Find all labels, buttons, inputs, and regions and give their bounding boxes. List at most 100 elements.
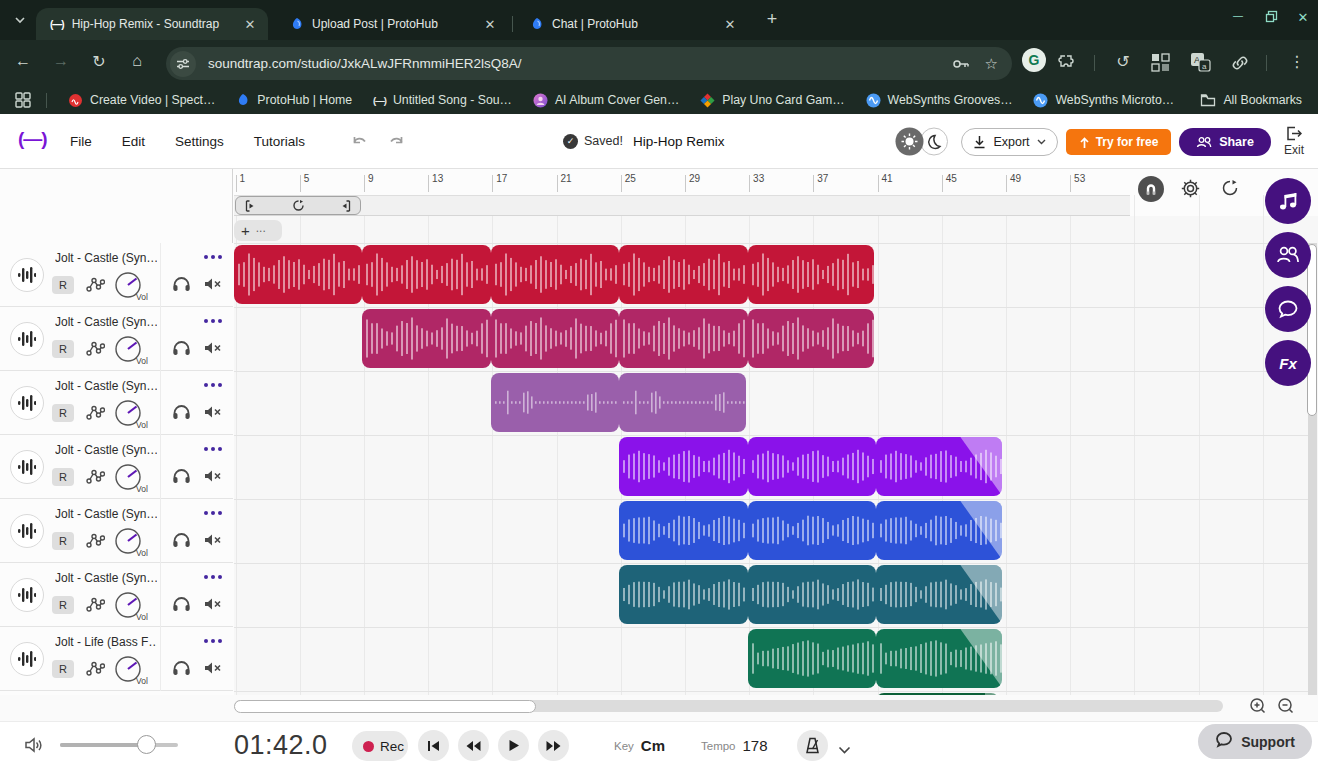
track-record-arm-button[interactable]: R xyxy=(52,468,74,486)
extensions-puzzle-icon[interactable] xyxy=(1058,51,1078,75)
track-solo-button[interactable] xyxy=(172,531,191,552)
redo-icon[interactable] xyxy=(386,133,406,150)
zoom-in-button[interactable] xyxy=(1249,697,1267,719)
bookmark-item[interactable]: (—)Untitled Song - Sou… xyxy=(373,93,512,107)
audio-clip[interactable] xyxy=(362,309,874,368)
bookmark-item[interactable]: WebSynths Grooves… xyxy=(866,93,1013,108)
add-track-button[interactable]: +... xyxy=(234,220,282,241)
collaborators-button[interactable] xyxy=(1265,232,1311,278)
play-button[interactable] xyxy=(498,730,529,761)
audio-clip[interactable] xyxy=(619,501,1002,560)
track-name[interactable]: Jolt - Castle (Syn… xyxy=(55,315,157,329)
track-menu-button[interactable] xyxy=(204,447,222,451)
track-volume-knob[interactable]: Vol xyxy=(114,591,152,623)
track-automation-button[interactable] xyxy=(86,532,105,553)
track-record-arm-button[interactable]: R xyxy=(52,532,74,550)
bookmark-item[interactable]: Create Video | Spect… xyxy=(68,93,215,108)
track-solo-button[interactable] xyxy=(172,339,191,360)
key-value[interactable]: Cm xyxy=(641,737,665,754)
tab-groups-icon[interactable] xyxy=(1151,53,1170,76)
track-automation-button[interactable] xyxy=(86,404,105,425)
track-menu-button[interactable] xyxy=(204,319,222,323)
track-record-arm-button[interactable]: R xyxy=(52,660,74,678)
translate-icon[interactable]: Aa xyxy=(1190,52,1211,77)
track-name[interactable]: Jolt - Castle (Syn… xyxy=(55,251,157,265)
tab-close-icon[interactable]: ✕ xyxy=(242,17,258,32)
snap-magnet-button[interactable] xyxy=(1138,176,1164,202)
link-icon[interactable] xyxy=(1230,53,1250,77)
browser-menu-icon[interactable]: ⋮ xyxy=(1286,52,1308,71)
track-mute-button[interactable] xyxy=(203,404,223,424)
vertical-scrollbar-thumb[interactable] xyxy=(1307,244,1317,416)
menu-settings[interactable]: Settings xyxy=(175,134,224,149)
horizontal-scrollbar-thumb[interactable] xyxy=(234,700,536,713)
rewind-button[interactable] xyxy=(458,730,489,761)
exit-button[interactable]: Exit xyxy=(1276,126,1312,160)
track-volume-knob[interactable]: Vol xyxy=(114,463,152,495)
window-restore-button[interactable] xyxy=(1261,10,1281,26)
track-solo-button[interactable] xyxy=(172,403,191,424)
loop-region-bar[interactable] xyxy=(235,196,361,215)
bookmark-item[interactable]: ProtoHub | Home xyxy=(236,93,352,107)
tempo-value[interactable]: 178 xyxy=(743,737,768,754)
forward-button[interactable]: → xyxy=(50,52,72,70)
audio-clip[interactable] xyxy=(748,629,1003,688)
track-menu-button[interactable] xyxy=(204,255,222,259)
history-icon[interactable]: ↺ xyxy=(1112,52,1134,71)
bookmark-item[interactable]: Play Uno Card Gam… xyxy=(700,93,844,108)
project-title[interactable]: Hip-Hop Remix xyxy=(633,114,725,168)
grammarly-extension-icon[interactable]: G xyxy=(1022,48,1046,72)
track-record-arm-button[interactable]: R xyxy=(52,340,74,358)
track-instrument-button[interactable] xyxy=(10,642,44,676)
track-instrument-button[interactable] xyxy=(10,514,44,548)
track-volume-knob[interactable]: Vol xyxy=(114,335,152,367)
menu-tutorials[interactable]: Tutorials xyxy=(254,134,305,149)
track-instrument-button[interactable] xyxy=(10,578,44,612)
tab-search-chevron[interactable] xyxy=(10,10,30,30)
track-mute-button[interactable] xyxy=(203,532,223,552)
tab-close-icon[interactable]: ✕ xyxy=(722,17,738,32)
export-button[interactable]: Export xyxy=(961,128,1058,156)
track-record-arm-button[interactable]: R xyxy=(52,596,74,614)
browser-tab[interactable]: Upload Post | ProtoHub✕ xyxy=(276,8,508,40)
track-solo-button[interactable] xyxy=(172,275,191,296)
track-record-arm-button[interactable]: R xyxy=(52,404,74,422)
track-menu-button[interactable] xyxy=(204,511,222,515)
track-mute-button[interactable] xyxy=(203,660,223,680)
track-instrument-button[interactable] xyxy=(10,386,44,420)
track-name[interactable]: Jolt - Life (Bass F… xyxy=(55,635,157,649)
bookmark-item[interactable]: AI Album Cover Gen… xyxy=(533,93,679,108)
track-menu-button[interactable] xyxy=(204,383,222,387)
audio-clip[interactable] xyxy=(619,437,1002,496)
zoom-out-button[interactable] xyxy=(1277,697,1295,719)
password-key-icon[interactable] xyxy=(951,54,971,74)
track-record-arm-button[interactable]: R xyxy=(52,276,74,294)
soundtrap-logo[interactable]: (—) xyxy=(18,128,47,150)
track-volume-knob[interactable]: Vol xyxy=(114,655,152,687)
track-automation-button[interactable] xyxy=(86,660,105,681)
track-menu-button[interactable] xyxy=(204,639,222,643)
track-solo-button[interactable] xyxy=(172,467,191,488)
track-mute-button[interactable] xyxy=(203,340,223,360)
track-menu-button[interactable] xyxy=(204,575,222,579)
track-solo-button[interactable] xyxy=(172,595,191,616)
track-automation-button[interactable] xyxy=(86,468,105,489)
track-name[interactable]: Jolt - Castle (Syn… xyxy=(55,571,157,585)
track-instrument-button[interactable] xyxy=(10,322,44,356)
fast-forward-button[interactable] xyxy=(538,730,569,761)
audio-clip[interactable] xyxy=(491,373,746,432)
menu-file[interactable]: File xyxy=(70,134,92,149)
track-instrument-button[interactable] xyxy=(10,258,44,292)
track-name[interactable]: Jolt - Castle (Syn… xyxy=(55,507,157,521)
instruments-button[interactable] xyxy=(1265,178,1311,224)
settings-gear-button[interactable] xyxy=(1180,178,1201,203)
reload-button[interactable]: ↻ xyxy=(88,52,110,71)
chat-button[interactable] xyxy=(1265,286,1311,332)
master-volume-thumb[interactable] xyxy=(137,735,156,754)
url-text[interactable]: soundtrap.com/studio/JxkALwJFRnmmiHER2ls… xyxy=(208,56,951,71)
undo-icon[interactable] xyxy=(350,133,370,150)
track-mute-button[interactable] xyxy=(203,276,223,296)
try-for-free-button[interactable]: Try for free xyxy=(1066,129,1171,155)
url-bar[interactable]: soundtrap.com/studio/JxkALwJFRnmmiHER2ls… xyxy=(166,47,1012,80)
all-bookmarks-button[interactable]: All Bookmarks xyxy=(1200,92,1302,108)
